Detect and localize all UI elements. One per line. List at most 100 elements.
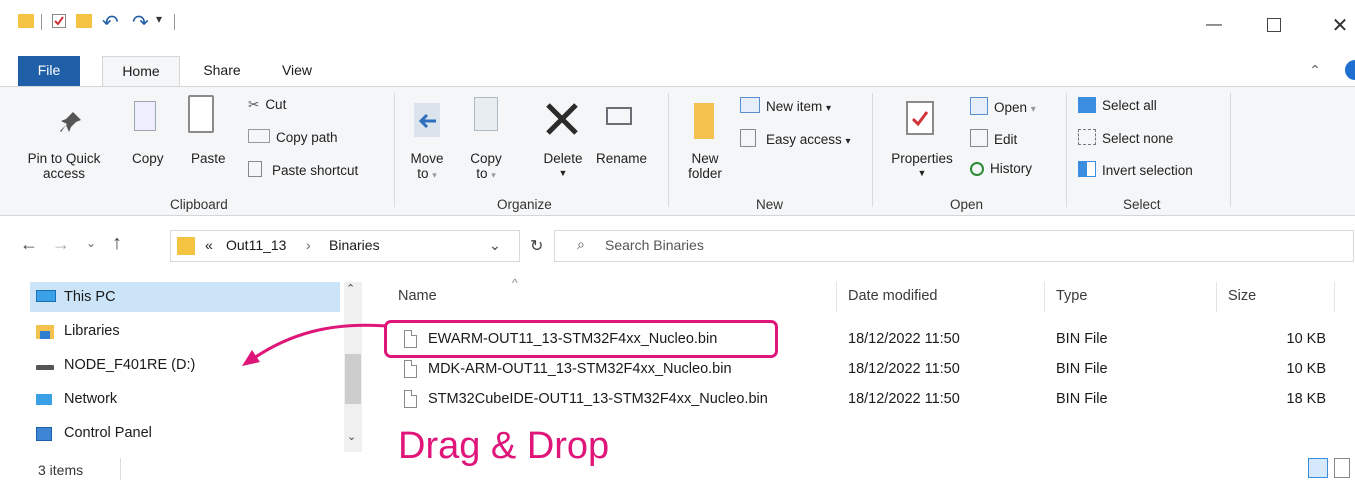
move-to-button[interactable]: Move to ▾: [404, 151, 450, 183]
libraries-icon: [34, 323, 56, 339]
invert-selection-button[interactable]: Invert selection: [1078, 161, 1193, 178]
delete-label: Delete: [543, 151, 583, 166]
search-icon: ⌕: [577, 236, 585, 252]
divider: [1230, 93, 1231, 207]
nav-item-control-panel[interactable]: Control Panel: [30, 418, 340, 448]
collapse-ribbon-icon[interactable]: ⌃: [1305, 56, 1325, 86]
column-divider[interactable]: [836, 282, 837, 312]
select-none-button[interactable]: Select none: [1078, 129, 1173, 146]
large-icons-view-button[interactable]: [1334, 458, 1350, 478]
easy-access-label: Easy access: [766, 132, 842, 147]
nav-item-this-pc[interactable]: This PC: [30, 282, 340, 312]
tab-home[interactable]: Home: [102, 56, 180, 86]
tab-view[interactable]: View: [272, 56, 322, 86]
nav-label: Network: [64, 391, 118, 407]
column-divider[interactable]: [1044, 282, 1045, 312]
drive-icon: [34, 357, 56, 373]
paste-shortcut-label: Paste shortcut: [272, 163, 359, 178]
file-name: MDK-ARM-OUT11_13-STM32F4xx_Nucleo.bin: [428, 361, 732, 377]
folder-icon: [18, 14, 34, 28]
recent-locations-icon[interactable]: ⌄: [86, 236, 96, 250]
column-divider[interactable]: [1334, 282, 1335, 312]
divider: [41, 14, 42, 30]
undo-icon[interactable]: ↶: [102, 10, 119, 35]
customize-qa-icon[interactable]: ▾: [156, 12, 162, 26]
move-to-line2: to ▾: [417, 166, 437, 181]
divider: [1066, 93, 1067, 207]
divider: [668, 93, 669, 207]
computer-icon: [34, 289, 56, 305]
file-icon: [404, 390, 417, 408]
cut-button[interactable]: ✂ Cut: [248, 97, 286, 113]
properties-qa-icon[interactable]: [52, 14, 66, 28]
properties-button[interactable]: Properties ▼: [884, 151, 960, 181]
delete-button[interactable]: Delete ▼: [536, 151, 590, 181]
column-date-modified[interactable]: Date modified: [848, 288, 937, 304]
select-none-icon: [1078, 129, 1096, 145]
new-item-button[interactable]: New item ▾: [740, 97, 831, 114]
up-button[interactable]: ↑: [112, 232, 122, 255]
copy-path-button[interactable]: Copy path: [248, 129, 338, 145]
refresh-button[interactable]: ↻: [530, 236, 543, 256]
pin-to-quick-access-button[interactable]: Pin to Quick access: [2, 151, 126, 181]
nav-label: This PC: [64, 289, 116, 305]
forward-button[interactable]: →: [52, 234, 70, 255]
ribbon: Pin to Quick access Copy Paste ✂ Cut Copy…: [0, 86, 1355, 216]
column-name[interactable]: Name: [398, 288, 437, 304]
scroll-up-icon[interactable]: ⌃: [346, 282, 355, 295]
group-label-clipboard: Clipboard: [170, 197, 228, 212]
paste-shortcut-button[interactable]: Paste shortcut: [248, 161, 358, 178]
address-dropdown-icon[interactable]: ⌄: [489, 237, 501, 254]
move-to-label: to: [417, 166, 429, 181]
edit-button[interactable]: Edit: [970, 129, 1017, 147]
history-button[interactable]: History: [970, 161, 1032, 176]
history-label: History: [990, 161, 1033, 176]
select-all-button[interactable]: Select all: [1078, 97, 1157, 113]
divider: [120, 458, 121, 480]
chevron-down-icon: ▼: [917, 168, 927, 178]
easy-access-button[interactable]: Easy access ▾: [740, 129, 851, 147]
cut-label: Cut: [265, 97, 287, 112]
column-divider[interactable]: [1216, 282, 1217, 312]
edit-label: Edit: [994, 132, 1018, 147]
copy-to-button[interactable]: Copy to ▾: [463, 151, 509, 183]
paste-button[interactable]: Paste: [191, 151, 226, 166]
breadcrumb-out11-13[interactable]: Out11_13: [226, 237, 286, 253]
copy-button[interactable]: Copy: [132, 151, 164, 166]
details-view-button[interactable]: [1308, 458, 1328, 478]
back-button[interactable]: ←: [20, 234, 38, 255]
help-icon[interactable]: [1345, 60, 1355, 80]
new-folder-qa-icon[interactable]: [76, 14, 92, 28]
new-folder-line1: New: [691, 151, 719, 166]
file-row[interactable]: STM32CubeIDE-OUT11_13-STM32F4xx_Nucleo.b…: [392, 385, 1342, 415]
maximize-button[interactable]: [1252, 12, 1296, 38]
minimize-button[interactable]: —: [1192, 12, 1236, 38]
breadcrumb-binaries[interactable]: Binaries: [329, 237, 380, 253]
nav-item-network[interactable]: Network: [30, 384, 340, 414]
network-icon: [34, 391, 56, 407]
address-box[interactable]: « Out11_13 › Binaries ⌄: [170, 230, 520, 262]
close-button[interactable]: ✕: [1318, 12, 1355, 38]
column-size[interactable]: Size: [1228, 288, 1256, 304]
column-type[interactable]: Type: [1056, 288, 1087, 304]
chevron-down-icon: ▾: [845, 136, 851, 147]
file-type: BIN File: [1056, 331, 1108, 347]
copy-to-icon: [474, 97, 498, 131]
folder-icon: [177, 237, 195, 255]
scroll-down-icon[interactable]: ⌄: [347, 430, 356, 443]
search-input[interactable]: ⌕ Search Binaries: [554, 230, 1354, 262]
file-row[interactable]: MDK-ARM-OUT11_13-STM32F4xx_Nucleo.bin 18…: [392, 355, 1342, 385]
pin-label-line2: access: [42, 166, 86, 181]
new-folder-icon: [694, 103, 714, 139]
divider: [394, 93, 395, 207]
tab-file[interactable]: File: [18, 56, 80, 86]
easy-access-icon: [740, 129, 756, 147]
open-label: Open: [994, 100, 1028, 115]
file-name: STM32CubeIDE-OUT11_13-STM32F4xx_Nucleo.b…: [428, 391, 768, 407]
open-button[interactable]: Open ▾: [970, 97, 1036, 115]
new-folder-button[interactable]: New folder: [682, 151, 728, 181]
breadcrumb-overflow[interactable]: «: [205, 237, 213, 253]
redo-icon[interactable]: ↷: [132, 10, 149, 35]
tab-share[interactable]: Share: [194, 56, 250, 86]
rename-button[interactable]: Rename: [596, 151, 647, 166]
